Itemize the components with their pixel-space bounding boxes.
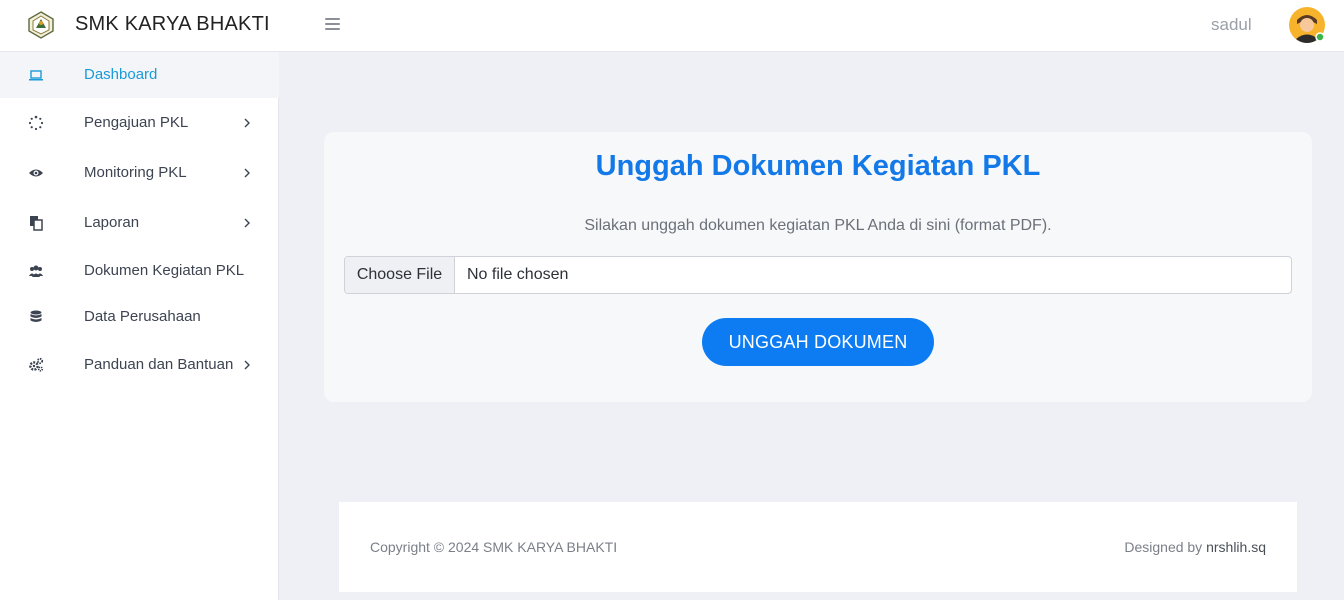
page-title: Unggah Dokumen Kegiatan PKL (595, 150, 1041, 182)
laptop-icon (29, 70, 43, 81)
designed-by-label: Designed by (1124, 539, 1207, 555)
menu-toggle-icon[interactable] (325, 18, 340, 31)
sidebar: Dashboard Pengajuan PKL Monitoring PKL L… (0, 52, 279, 600)
cogs-icon (29, 357, 44, 372)
page-subtitle: Silakan unggah dokumen kegiatan PKL Anda… (584, 217, 1052, 234)
sidebar-item-label: Panduan dan Bantuan (84, 356, 234, 373)
sidebar-item-label: Laporan (84, 214, 140, 231)
database-icon (30, 310, 42, 322)
footer: Copyright © 2024 SMK KARYA BHAKTI Design… (339, 502, 1297, 592)
sidebar-item-label: Dokumen Kegiatan PKL (84, 262, 245, 279)
chevron-right-icon (244, 360, 250, 370)
sidebar-item-laporan[interactable]: Laporan (0, 200, 279, 246)
sidebar-item-pengajuan-pkl[interactable]: Pengajuan PKL (0, 100, 279, 146)
choose-file-button[interactable]: Choose File (345, 257, 455, 293)
brand-name[interactable]: SMK KARYA BHAKTI (75, 13, 270, 36)
copy-icon (30, 216, 43, 231)
username[interactable]: sadul (1211, 15, 1252, 35)
spinner-icon (28, 115, 44, 131)
school-logo-icon[interactable] (28, 11, 54, 39)
sidebar-item-label: Pengajuan PKL (84, 114, 189, 131)
chevron-right-icon (244, 218, 250, 228)
sidebar-item-data-perusahaan[interactable]: Data Perusahaan (0, 294, 279, 340)
copyright-text: Copyright © 2024 SMK KARYA BHAKTI (370, 539, 618, 555)
file-status-text: No file chosen (467, 266, 569, 283)
designer-link[interactable]: nrshlih.sq (1206, 539, 1266, 555)
chevron-right-icon (244, 118, 250, 128)
users-icon (29, 265, 43, 277)
sidebar-item-dashboard[interactable]: Dashboard (0, 52, 279, 98)
online-status-icon (1315, 32, 1325, 42)
upload-document-button[interactable]: UNGGAH DOKUMEN (702, 318, 934, 366)
top-navbar: SMK KARYA BHAKTI sadul (0, 0, 1344, 52)
file-input[interactable]: Choose File No file chosen (344, 256, 1292, 294)
avatar[interactable] (1288, 6, 1326, 44)
designed-by: Designed by nrshlih.sq (1124, 539, 1266, 555)
sidebar-item-panduan-dan-bantuan[interactable]: Panduan dan Bantuan (0, 342, 279, 388)
sidebar-item-dokumen-kegiatan-pkl[interactable]: Dokumen Kegiatan PKL (0, 248, 279, 294)
sidebar-item-label: Data Perusahaan (84, 308, 201, 325)
sidebar-item-label: Dashboard (84, 66, 158, 83)
